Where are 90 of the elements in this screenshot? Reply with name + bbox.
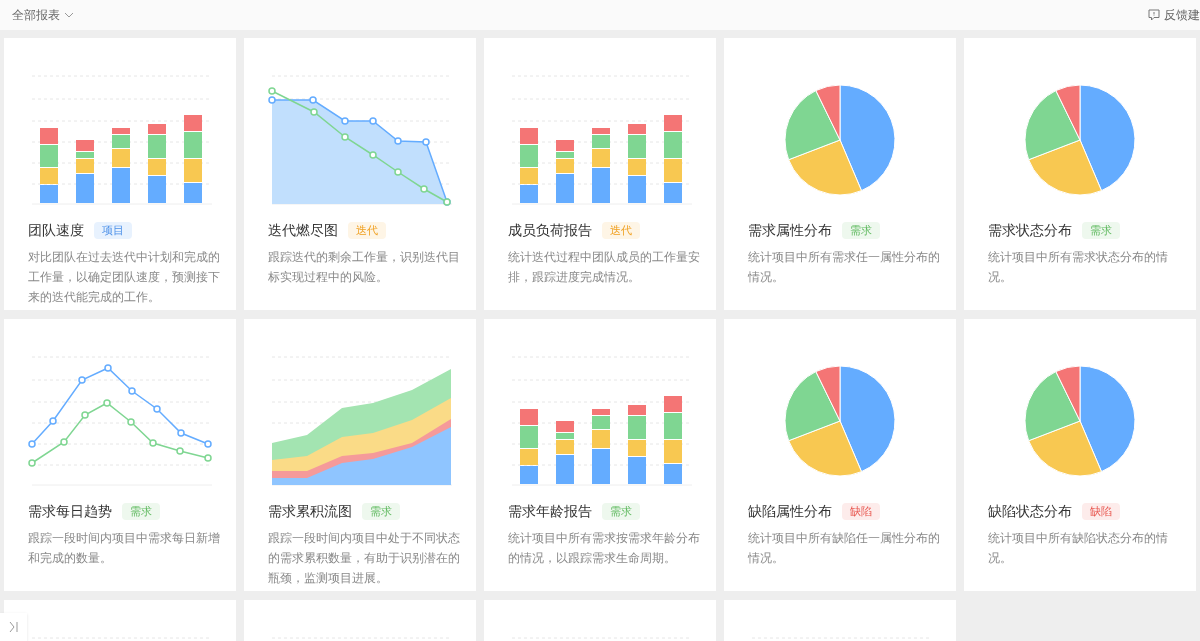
chart-point xyxy=(420,185,428,193)
chart-point xyxy=(394,137,402,145)
report-card[interactable]: 需求累积流图 需求 跟踪一段时间内项目中处于不同状态的需求累积数量，有助于识别潜在的瓶颈，监测项目进展。 xyxy=(244,319,476,591)
category-tag: 需求 xyxy=(602,503,640,520)
chart-point xyxy=(204,454,212,462)
report-description: 跟踪一段时间内项目中需求每日新增和完成的数量。 xyxy=(28,530,221,567)
report-title: 需求属性分布 xyxy=(748,221,832,240)
feedback-button[interactable]: 反馈建 xyxy=(1148,6,1200,24)
report-title: 迭代燃尽图 xyxy=(268,221,338,240)
sidebar-expand-button[interactable] xyxy=(0,613,27,641)
chart-point xyxy=(28,459,36,467)
category-tag: 迭代 xyxy=(348,222,386,239)
report-description: 对比团队在过去迭代中计划和完成的工作量，以确定团队速度，预测接下来的迭代能完成的工作。 xyxy=(28,249,221,306)
chart-bar xyxy=(520,426,538,448)
chart-bar xyxy=(520,145,538,167)
chart-point xyxy=(369,117,377,125)
chevron-down-icon xyxy=(64,12,74,18)
report-title: 需求累积流图 xyxy=(268,502,352,521)
chart-point xyxy=(149,439,157,447)
chart-point xyxy=(153,405,161,413)
report-description: 跟踪迭代的剩余工作量，识别迭代目标实现过程中的风险。 xyxy=(268,249,461,286)
report-filter-dropdown[interactable]: 全部报表 xyxy=(12,6,74,24)
chart-bar xyxy=(184,183,202,203)
category-tag: 迭代 xyxy=(602,222,640,239)
report-description: 跟踪一段时间内项目中处于不同状态的需求累积数量，有助于识别潜在的瓶颈，监测项目进展。 xyxy=(268,530,461,587)
chart-bar xyxy=(184,159,202,182)
chart-point xyxy=(341,133,349,141)
report-card[interactable]: 需求每日趋势 需求 跟踪一段时间内项目中需求每日新增和完成的数量。 xyxy=(4,319,236,591)
report-description: 统计项目中所有缺陷状态分布的情况。 xyxy=(988,530,1169,567)
category-tag: 需求 xyxy=(1082,222,1120,239)
chart-point xyxy=(49,417,57,425)
report-title: 需求年龄报告 xyxy=(508,502,592,521)
chart-point xyxy=(176,447,184,455)
chart-point xyxy=(394,168,402,176)
report-title: 成员负荷报告 xyxy=(508,221,592,240)
chart-bar xyxy=(40,145,58,167)
chart-bar xyxy=(40,168,58,184)
report-title: 需求每日趋势 xyxy=(28,502,112,521)
report-card[interactable]: 需求属性分布 需求 统计项目中所有需求任一属性分布的情况。 xyxy=(724,38,956,310)
report-card[interactable]: 缺陷属性分布 缺陷 统计项目中所有缺陷任一属性分布的情况。 xyxy=(724,319,956,591)
category-tag: 缺陷 xyxy=(842,503,880,520)
report-card[interactable]: 需求状态分布 需求 统计项目中所有需求状态分布的情况。 xyxy=(964,38,1196,310)
report-description: 统计迭代过程中团队成员的工作量安排，跟踪进度完成情况。 xyxy=(508,249,701,286)
report-title: 缺陷状态分布 xyxy=(988,502,1072,521)
message-icon xyxy=(1148,9,1160,21)
category-tag: 需求 xyxy=(122,503,160,520)
report-card[interactable]: 成员负荷报告 迭代 统计迭代过程中团队成员的工作量安排，跟踪进度完成情况。 xyxy=(484,38,716,310)
report-description: 统计项目中所有需求任一属性分布的情况。 xyxy=(748,249,941,286)
chart-point xyxy=(369,151,377,159)
chart-bar xyxy=(40,128,58,144)
report-description: 统计项目中所有缺陷任一属性分布的情况。 xyxy=(748,530,941,567)
chart-bar xyxy=(520,185,538,203)
chart-bar xyxy=(520,168,538,184)
chart-bar xyxy=(664,159,682,182)
report-title: 团队速度 xyxy=(28,221,84,240)
chart-point xyxy=(28,440,36,448)
report-title: 需求状态分布 xyxy=(988,221,1072,240)
report-card[interactable]: 团队速度 项目 对比团队在过去迭代中计划和完成的工作量，以确定团队速度，预测接下来的迭代能完成的工作。 xyxy=(4,38,236,310)
chart-point xyxy=(177,429,185,437)
category-tag: 需求 xyxy=(842,222,880,239)
chart-bar xyxy=(664,440,682,463)
chart-point xyxy=(81,411,89,419)
chart-point xyxy=(128,387,136,395)
chart-bar xyxy=(520,449,538,465)
chart-bar xyxy=(520,409,538,425)
chart-bar xyxy=(520,466,538,484)
expand-right-icon xyxy=(8,621,19,633)
chart-point xyxy=(309,96,317,104)
chart-point xyxy=(204,440,212,448)
category-tag: 项目 xyxy=(94,222,132,239)
report-description: 统计项目中所有需求状态分布的情况。 xyxy=(988,249,1169,286)
chart-point xyxy=(341,117,349,125)
chart-bar xyxy=(664,464,682,484)
category-tag: 缺陷 xyxy=(1082,503,1120,520)
report-card[interactable]: 需求年龄报告 需求 统计项目中所有需求按需求年龄分布的情况，以跟踪需求生命周期。 xyxy=(484,319,716,591)
chart-bar xyxy=(40,185,58,203)
chart-point xyxy=(310,108,318,116)
report-card[interactable]: 迭代燃尽图 迭代 跟踪迭代的剩余工作量，识别迭代目标实现过程中的风险。 xyxy=(244,38,476,310)
chart-point xyxy=(60,438,68,446)
chart-point xyxy=(422,138,430,146)
category-tag: 需求 xyxy=(362,503,400,520)
chart-point xyxy=(104,364,112,372)
report-title: 缺陷属性分布 xyxy=(748,502,832,521)
report-description: 统计项目中所有需求按需求年龄分布的情况，以跟踪需求生命周期。 xyxy=(508,530,701,567)
chart-point xyxy=(127,418,135,426)
chart-bar xyxy=(520,128,538,144)
report-card[interactable]: 缺陷状态分布 缺陷 统计项目中所有缺陷状态分布的情况。 xyxy=(964,319,1196,591)
chart-bar xyxy=(664,183,682,203)
chart-point xyxy=(103,399,111,407)
chart-point xyxy=(78,376,86,384)
